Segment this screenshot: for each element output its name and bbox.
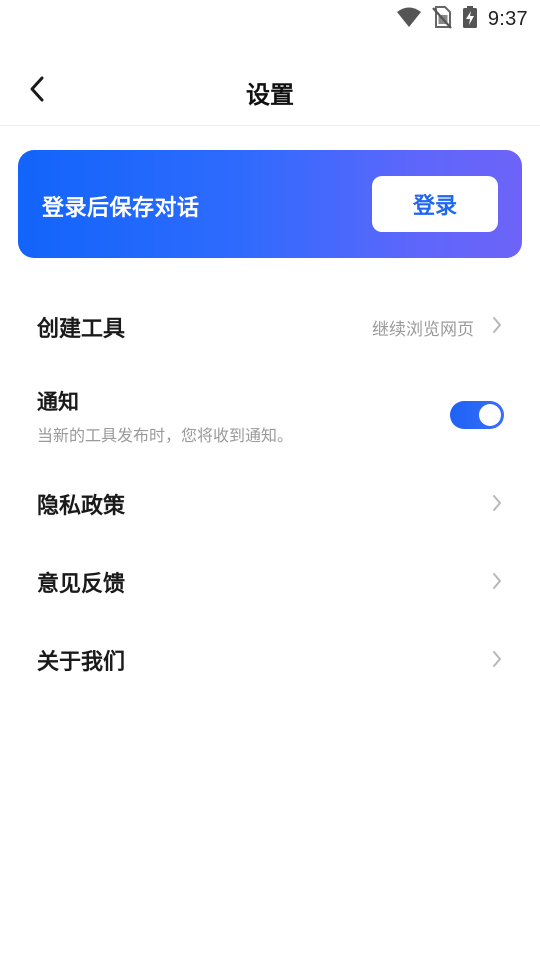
chevron-right-icon xyxy=(490,572,504,590)
wifi-icon xyxy=(396,6,422,32)
privacy-policy-label: 隐私政策 xyxy=(37,494,126,519)
settings-row-notifications: 通知 当新的工具发布时，您将收到通知。 xyxy=(0,380,540,450)
chevron-right-icon xyxy=(490,494,504,512)
battery-charging-icon xyxy=(462,5,478,33)
login-button[interactable]: 登录 xyxy=(372,176,498,232)
create-tools-label: 创建工具 xyxy=(37,317,126,342)
settings-row-feedback[interactable]: 意见反馈 xyxy=(0,553,540,609)
toggle-knob xyxy=(479,404,501,426)
settings-row-create-tools[interactable]: 创建工具 继续浏览网页 xyxy=(0,298,540,354)
header-bar: 设置 xyxy=(0,58,540,126)
chevron-right-icon xyxy=(490,650,504,668)
page-title: 设置 xyxy=(246,81,294,109)
status-bar: 9:37 xyxy=(0,0,540,38)
settings-row-about-us[interactable]: 关于我们 xyxy=(0,631,540,687)
feedback-label: 意见反馈 xyxy=(37,572,126,597)
login-banner: 登录后保存对话 登录 xyxy=(18,150,522,258)
login-prompt-text: 登录后保存对话 xyxy=(42,196,200,221)
status-time: 9:37 xyxy=(487,7,528,30)
notifications-label: 通知 xyxy=(37,390,79,414)
status-icons: 9:37 xyxy=(396,6,528,32)
no-sim-icon xyxy=(432,5,452,33)
settings-row-privacy-policy[interactable]: 隐私政策 xyxy=(0,475,540,531)
create-tools-value: 继续浏览网页 xyxy=(372,320,474,340)
about-us-label: 关于我们 xyxy=(37,650,126,675)
chevron-right-icon xyxy=(490,316,504,334)
notifications-toggle[interactable] xyxy=(450,401,504,429)
notifications-description: 当新的工具发布时，您将收到通知。 xyxy=(37,426,294,445)
